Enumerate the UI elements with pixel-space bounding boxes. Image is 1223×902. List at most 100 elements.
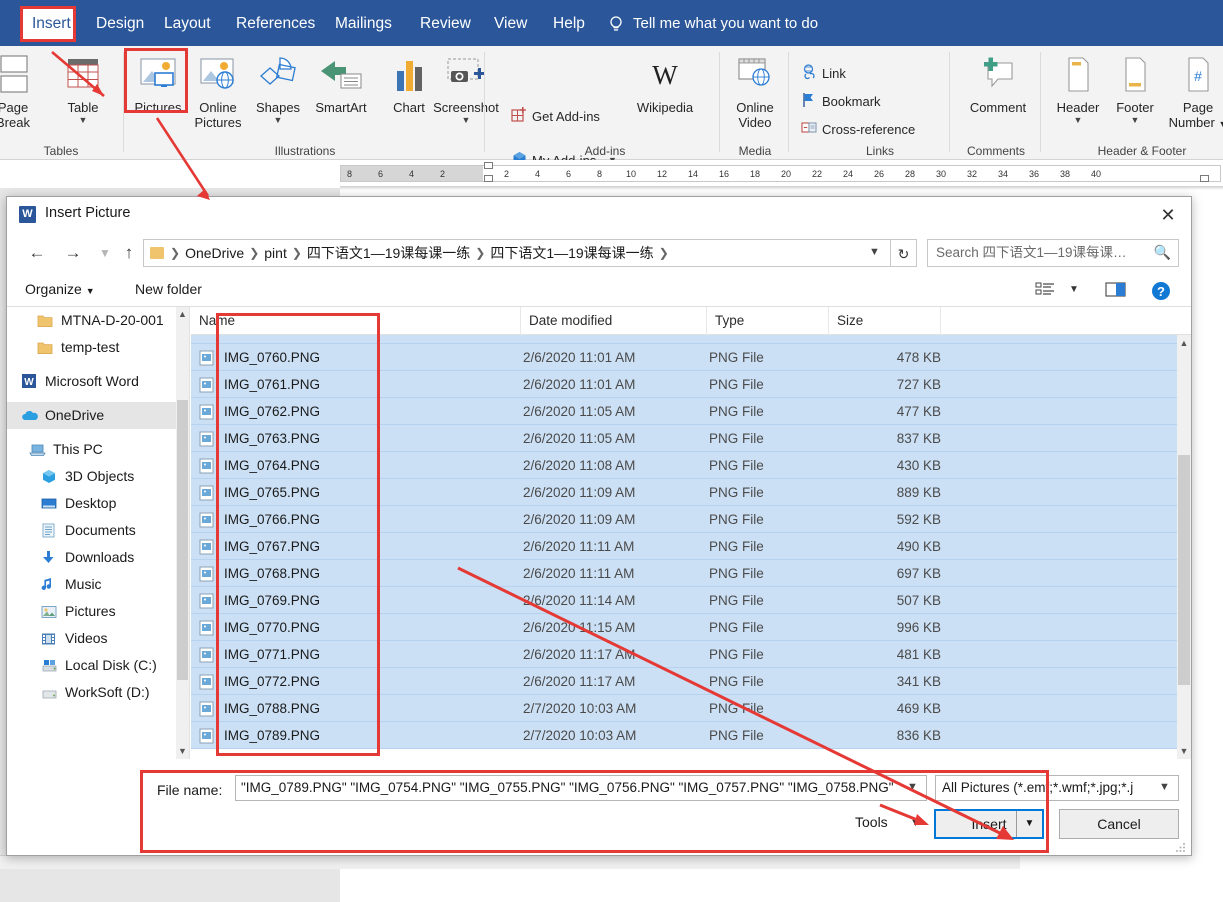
table-row[interactable]: IMG_0772.PNG 2/6/2020 11:17 AM PNG File … — [191, 668, 1177, 695]
nav-item-local-disk-c[interactable]: Local Disk (C:) — [7, 652, 189, 679]
tell-me-search[interactable]: Tell me what you want to do — [608, 7, 818, 40]
breadcrumb-folder-1[interactable]: 四下语文1—19课每课一练 — [304, 243, 473, 263]
nav-scroll-thumb[interactable] — [177, 400, 188, 680]
nav-item-pictures[interactable]: Pictures — [7, 598, 189, 625]
search-input[interactable]: Search 四下语文1—19课每课… — [927, 239, 1179, 267]
pictures-button[interactable]: Pictures — [127, 50, 189, 115]
nav-item-microsoft-word[interactable]: W Microsoft Word — [7, 368, 189, 395]
breadcrumb-folder-2[interactable]: 四下语文1—19课每课一练 — [487, 243, 656, 263]
navigation-pane[interactable]: MTNA-D-20-001 temp-test W Microsoft Word … — [7, 307, 190, 759]
tab-references[interactable]: References — [224, 7, 327, 40]
shapes-button[interactable]: Shapes ▼ — [247, 50, 309, 126]
table-row[interactable]: IMG_0789.PNG 2/7/2020 10:03 AM PNG File … — [191, 722, 1177, 749]
nav-item-videos[interactable]: Videos — [7, 625, 189, 652]
get-addins-button[interactable]: Get Add-ins — [510, 106, 600, 126]
table-row[interactable]: IMG_0765.PNG 2/6/2020 11:09 AM PNG File … — [191, 479, 1177, 506]
refresh-icon[interactable]: ↻ — [891, 239, 917, 267]
wikipedia-button[interactable]: W Wikipedia — [625, 50, 705, 116]
preview-pane-icon[interactable] — [1105, 281, 1127, 304]
resize-grip-icon[interactable] — [1175, 840, 1187, 852]
insert-split-caret-icon[interactable]: ▼ — [1016, 811, 1042, 837]
horizontal-ruler[interactable]: 8 6 4 2 2 4 6 8 10 12 14 16 18 20 22 24 … — [0, 160, 1223, 188]
up-arrow-icon[interactable]: ↑ — [115, 239, 143, 267]
file-list-pane[interactable]: Name Date modified Type Size IMG_0760.PN… — [191, 307, 1191, 759]
nav-item-mtna[interactable]: MTNA-D-20-001 — [7, 307, 189, 334]
screenshot-button[interactable]: Screenshot ▼ — [425, 50, 507, 126]
nav-item-desktop[interactable]: Desktop — [7, 490, 189, 517]
table-row[interactable]: IMG_0788.PNG 2/7/2020 10:03 AM PNG File … — [191, 695, 1177, 722]
shapes-dropdown-caret[interactable]: ▼ — [247, 115, 309, 126]
first-line-indent-marker[interactable] — [484, 162, 493, 169]
page-number-button[interactable]: # Page Number ▼ — [1160, 50, 1223, 132]
table-row[interactable]: IMG_0770.PNG 2/6/2020 11:15 AM PNG File … — [191, 614, 1177, 641]
table-row[interactable]: IMG_0771.PNG 2/6/2020 11:17 AM PNG File … — [191, 641, 1177, 668]
header-dropdown-caret[interactable]: ▼ — [1047, 115, 1109, 126]
list-scroll-thumb[interactable] — [1178, 455, 1190, 685]
tab-review[interactable]: Review — [408, 7, 483, 40]
breadcrumb-onedrive[interactable]: OneDrive — [182, 245, 247, 261]
address-bar[interactable]: ❯ OneDrive ❯ pint ❯ 四下语文1—19课每课一练 ❯ 四下语文… — [143, 239, 891, 267]
online-video-button[interactable]: Online Video — [724, 50, 786, 130]
footer-dropdown-caret[interactable]: ▼ — [1104, 115, 1166, 126]
table-dropdown-caret[interactable]: ▼ — [52, 115, 114, 126]
nav-item-temp-test[interactable]: temp-test — [7, 334, 189, 361]
cross-reference-button[interactable]: Cross-reference — [800, 120, 915, 139]
column-header-type[interactable]: Type — [707, 307, 829, 335]
list-scroll-up-icon[interactable]: ▲ — [1177, 335, 1191, 351]
file-name-input[interactable]: "IMG_0789.PNG" "IMG_0754.PNG" "IMG_0755.… — [235, 775, 927, 801]
table-row[interactable]: IMG_0760.PNG 2/6/2020 11:01 AM PNG File … — [191, 344, 1177, 371]
file-type-filter-select[interactable]: All Pictures (*.emf;*.wmf;*.jpg;*.j — [935, 775, 1179, 801]
nav-item-music[interactable]: Music — [7, 571, 189, 598]
tab-mailings[interactable]: Mailings — [323, 7, 404, 40]
column-header-date-modified[interactable]: Date modified — [521, 307, 707, 335]
nav-item-documents[interactable]: Documents — [7, 517, 189, 544]
tools-caret-icon[interactable]: ▼ — [910, 817, 921, 829]
table-button[interactable]: Table ▼ — [52, 50, 114, 126]
nav-item-3d-objects[interactable]: 3D Objects — [7, 463, 189, 490]
bookmark-button[interactable]: Bookmark — [800, 92, 881, 111]
organize-button[interactable]: Organize ▼ — [25, 281, 95, 297]
table-row[interactable]: IMG_0767.PNG 2/6/2020 11:11 AM PNG File … — [191, 533, 1177, 560]
tab-insert[interactable]: Insert — [20, 7, 76, 40]
forward-arrow-icon[interactable]: → — [59, 239, 87, 267]
tab-design[interactable]: Design — [84, 7, 156, 40]
header-button[interactable]: Header ▼ — [1047, 50, 1109, 126]
view-layout-icon[interactable] — [1035, 281, 1055, 304]
page-number-dropdown-caret[interactable]: ▼ — [1218, 119, 1223, 129]
nav-item-downloads[interactable]: Downloads — [7, 544, 189, 571]
file-type-filter-caret-icon[interactable]: ▼ — [1159, 781, 1170, 793]
table-row[interactable]: IMG_0761.PNG 2/6/2020 11:01 AM PNG File … — [191, 371, 1177, 398]
right-indent-marker[interactable] — [1200, 175, 1209, 182]
table-row[interactable]: IMG_0762.PNG 2/6/2020 11:05 AM PNG File … — [191, 398, 1177, 425]
table-row[interactable] — [191, 335, 1177, 344]
dialog-title-bar[interactable]: W Insert Picture ✕ — [7, 197, 1191, 233]
breadcrumb-pint[interactable]: pint — [261, 245, 290, 261]
online-pictures-button[interactable]: Online Pictures — [187, 50, 249, 130]
cancel-button[interactable]: Cancel — [1059, 809, 1179, 839]
hanging-indent-marker[interactable] — [484, 175, 493, 182]
close-icon[interactable]: ✕ — [1145, 197, 1191, 233]
nav-scroll-up-icon[interactable]: ▲ — [176, 307, 189, 322]
new-folder-button[interactable]: New folder — [135, 281, 202, 297]
ruler-track[interactable]: 8 6 4 2 2 4 6 8 10 12 14 16 18 20 22 24 … — [340, 165, 1221, 182]
document-horizontal-scrollbar[interactable] — [0, 855, 1020, 869]
column-header-name[interactable]: Name — [191, 307, 521, 335]
tab-layout[interactable]: Layout — [152, 7, 223, 40]
nav-pane-scrollbar[interactable]: ▲ ▼ — [176, 307, 189, 759]
link-button[interactable]: Link — [800, 64, 846, 83]
file-rows[interactable]: IMG_0760.PNG 2/6/2020 11:01 AM PNG File … — [191, 335, 1177, 759]
tools-button[interactable]: Tools — [855, 814, 888, 830]
insert-button[interactable]: Insert ▼ — [934, 809, 1044, 839]
page-break-button[interactable]: Page Break — [0, 50, 44, 130]
table-row[interactable]: IMG_0766.PNG 2/6/2020 11:09 AM PNG File … — [191, 506, 1177, 533]
back-arrow-icon[interactable]: ← — [23, 239, 51, 267]
view-dropdown-caret-icon[interactable]: ▼ — [1069, 284, 1079, 295]
table-row[interactable]: IMG_0763.PNG 2/6/2020 11:05 AM PNG File … — [191, 425, 1177, 452]
nav-item-this-pc[interactable]: This PC — [7, 436, 189, 463]
table-row[interactable]: IMG_0769.PNG 2/6/2020 11:14 AM PNG File … — [191, 587, 1177, 614]
file-list-scrollbar[interactable]: ▲ ▼ — [1177, 335, 1191, 759]
tab-help[interactable]: Help — [541, 7, 597, 40]
file-name-dropdown-caret-icon[interactable]: ▼ — [907, 781, 918, 793]
comment-button[interactable]: Comment — [963, 50, 1033, 115]
smartart-button[interactable]: SmartArt — [305, 50, 377, 115]
